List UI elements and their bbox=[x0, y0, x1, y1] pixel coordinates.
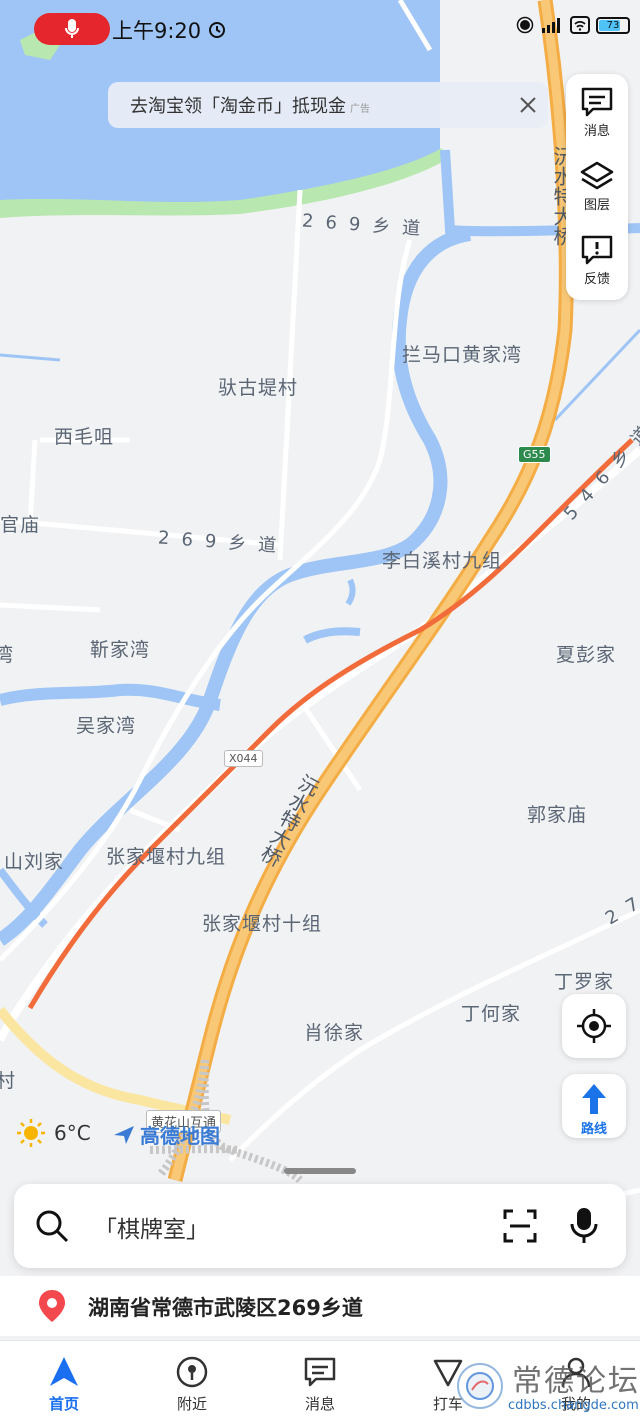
place-label: 夏彭家 bbox=[556, 644, 617, 666]
place-label: 丁何家 bbox=[461, 1003, 522, 1025]
nav-messages[interactable]: 消息 bbox=[256, 1341, 384, 1422]
feedback-button[interactable]: 反馈 bbox=[566, 226, 628, 296]
layers-icon bbox=[580, 161, 614, 190]
place-label: 西毛咀 bbox=[54, 426, 115, 448]
search-icon bbox=[36, 1210, 69, 1243]
highway-shield: G55 bbox=[518, 446, 551, 463]
pond-2 bbox=[303, 627, 361, 644]
route-arrow-icon bbox=[582, 1084, 606, 1114]
place-label: 驮古堤村 bbox=[218, 377, 299, 399]
road-shield: X044 bbox=[224, 750, 263, 767]
amap-app: 拦马口黄家湾 驮古堤村 西毛咀 官庙 李白溪村九组 靳家湾 湾 夏彭家 吴家湾 … bbox=[0, 0, 640, 1422]
place-label: 吴家湾 bbox=[76, 715, 137, 737]
watermark: 常德论坛 cdbbs.changde.com bbox=[452, 1356, 640, 1420]
county-road bbox=[0, 446, 640, 1042]
nearby-pin-icon bbox=[176, 1356, 208, 1388]
close-icon[interactable] bbox=[514, 91, 542, 119]
tool-label: 图层 bbox=[583, 198, 610, 213]
tool-label: 消息 bbox=[583, 124, 610, 139]
nav-home[interactable]: 首页 bbox=[0, 1341, 128, 1422]
amap-logo-text: 高德地图 bbox=[140, 1124, 220, 1148]
crosshair-icon bbox=[577, 1009, 611, 1043]
route-label: 路线 bbox=[580, 1122, 607, 1137]
place-label: 山刘家 bbox=[4, 851, 65, 873]
amap-logo: 高德地图 bbox=[112, 1120, 220, 1149]
ad-tag: 广告 bbox=[350, 103, 370, 115]
amap-logo-icon bbox=[114, 1125, 134, 1144]
nav-label: 附近 bbox=[176, 1395, 207, 1413]
nav-label: 消息 bbox=[304, 1395, 335, 1413]
watermark-url: cdbbs.changde.com bbox=[508, 1398, 639, 1413]
watermark-emblem-icon bbox=[457, 1363, 503, 1409]
place-label: 官庙 bbox=[0, 514, 41, 536]
recording-indicator[interactable] bbox=[34, 13, 110, 45]
location-status-icon bbox=[516, 16, 534, 34]
place-label: 郭家庙 bbox=[527, 804, 588, 826]
location-pin-icon bbox=[39, 1290, 65, 1322]
weather-temperature: 6°C bbox=[54, 1121, 91, 1145]
current-location-text: 湖南省常德市武陵区269乡道 bbox=[88, 1296, 363, 1320]
status-bar: 上午9:20 73 bbox=[0, 0, 640, 56]
navigation-arrow-icon bbox=[50, 1357, 78, 1386]
microphone-icon bbox=[65, 19, 79, 38]
sun-icon bbox=[17, 1119, 45, 1147]
status-icons: 73 bbox=[516, 16, 630, 34]
place-label: 靳家湾 bbox=[90, 639, 151, 661]
river-main bbox=[0, 227, 472, 946]
battery-indicator: 73 bbox=[596, 16, 630, 34]
locate-button[interactable] bbox=[562, 994, 626, 1058]
place-label: 肖徐家 bbox=[304, 1022, 365, 1044]
scan-icon[interactable] bbox=[502, 1208, 538, 1244]
voice-search-icon[interactable] bbox=[568, 1206, 600, 1246]
watermark-title: 常德论坛 bbox=[512, 1364, 640, 1399]
route-button[interactable]: 路线 bbox=[562, 1074, 626, 1138]
message-button[interactable]: 消息 bbox=[566, 78, 628, 148]
chat-icon bbox=[304, 1357, 336, 1387]
alarm-icon bbox=[209, 22, 225, 38]
weather-widget[interactable]: 6°C bbox=[16, 1118, 91, 1148]
stream-2 bbox=[0, 353, 61, 362]
battery-level: 73 bbox=[606, 19, 620, 31]
place-label: 李白溪村九组 bbox=[382, 550, 503, 572]
map-tool-panel: 消息 图层 反馈 bbox=[566, 74, 628, 300]
map-view[interactable]: 拦马口黄家湾 驮古堤村 西毛咀 官庙 李白溪村九组 靳家湾 湾 夏彭家 吴家湾 … bbox=[0, 0, 640, 1240]
pond bbox=[345, 578, 356, 606]
place-label: 拦马口黄家湾 bbox=[402, 344, 523, 366]
nav-label: 首页 bbox=[48, 1395, 79, 1413]
search-bar[interactable]: 「棋牌室」 bbox=[14, 1184, 626, 1268]
feedback-icon bbox=[581, 235, 613, 265]
message-icon bbox=[581, 87, 613, 117]
current-location-row[interactable]: 湖南省常德市武陵区269乡道 bbox=[0, 1276, 640, 1336]
signal-icon bbox=[542, 18, 560, 33]
layers-button[interactable]: 图层 bbox=[566, 152, 628, 222]
place-label: 湾 bbox=[0, 644, 15, 666]
wifi-icon bbox=[570, 16, 590, 34]
tool-label: 反馈 bbox=[583, 272, 610, 287]
nav-nearby[interactable]: 附近 bbox=[128, 1341, 256, 1422]
place-label: 村 bbox=[0, 1070, 17, 1092]
place-label: 张家堰村九组 bbox=[106, 846, 227, 868]
status-time: 上午9:20 bbox=[112, 19, 202, 43]
place-label: 张家堰村十组 bbox=[202, 913, 323, 935]
ad-banner[interactable]: 去淘宝领「淘金币」抵现金 广告 bbox=[108, 82, 548, 128]
map-canvas[interactable] bbox=[0, 0, 640, 1240]
ad-text: 去淘宝领「淘金币」抵现金 bbox=[130, 96, 346, 117]
sheet-drag-handle[interactable] bbox=[284, 1168, 356, 1174]
search-input[interactable]: 「棋牌室」 bbox=[94, 1210, 209, 1244]
place-label: 丁罗家 bbox=[554, 971, 615, 993]
